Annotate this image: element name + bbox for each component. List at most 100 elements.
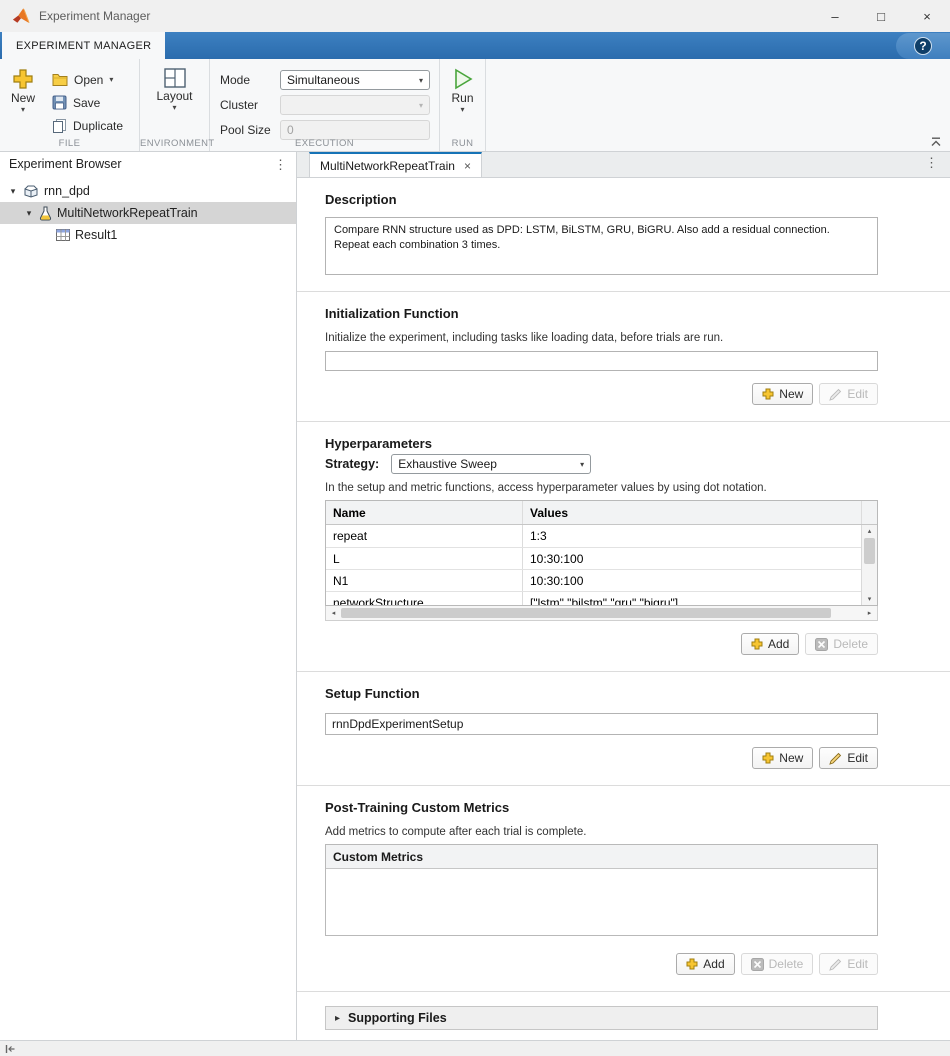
toolstrip-filler bbox=[486, 59, 950, 151]
strategy-row: Strategy: Exhaustive Sweep ▾ bbox=[325, 454, 878, 474]
pool-size-input[interactable]: 0 bbox=[280, 120, 430, 140]
open-label: Open bbox=[74, 73, 103, 87]
toolstrip: New ▾ Open ▾ Save Duplicate bbox=[0, 59, 950, 152]
cell-value[interactable]: 10:30:100 bbox=[523, 570, 861, 591]
new-icon bbox=[12, 68, 34, 90]
setup-new-button[interactable]: New bbox=[752, 747, 813, 769]
hyper-delete-label: Delete bbox=[833, 637, 868, 651]
strategy-dropdown[interactable]: Exhaustive Sweep ▾ bbox=[391, 454, 591, 474]
hyper-add-button[interactable]: Add bbox=[741, 633, 799, 655]
execution-section-label: EXECUTION bbox=[210, 138, 439, 149]
cell-name[interactable]: repeat bbox=[326, 525, 523, 547]
table-row[interactable]: networkStructure ["lstm" "bilstm" "gru" … bbox=[326, 591, 877, 606]
duplicate-icon bbox=[52, 118, 67, 133]
layout-dropdown-icon[interactable]: ▾ bbox=[172, 104, 176, 111]
scroll-left-icon[interactable]: ◂ bbox=[326, 606, 341, 620]
table-row[interactable]: repeat 1:3 bbox=[326, 525, 877, 547]
metrics-add-button[interactable]: Add bbox=[676, 953, 734, 975]
document-menu-icon[interactable]: ⋮ bbox=[925, 155, 938, 171]
document-tabbar: MultiNetworkRepeatTrain × ⋮ bbox=[297, 152, 950, 178]
strategy-caret-icon: ▾ bbox=[580, 461, 584, 468]
mode-dropdown[interactable]: Simultaneous ▾ bbox=[280, 70, 430, 90]
header-scrollbar-gutter bbox=[861, 501, 877, 524]
toolstrip-section-run: Run ▾ RUN bbox=[440, 59, 486, 151]
delete-x-icon bbox=[815, 638, 828, 651]
tree-item-result[interactable]: Result1 bbox=[0, 224, 296, 246]
tree-item-experiment[interactable]: ▾ MultiNetworkRepeatTrain bbox=[0, 202, 296, 224]
add-plus-icon bbox=[751, 638, 763, 650]
run-icon bbox=[453, 68, 473, 90]
description-textarea[interactable]: Compare RNN structure used as DPD: LSTM,… bbox=[325, 217, 878, 275]
toolstrip-section-file: New ▾ Open ▾ Save Duplicate bbox=[0, 59, 140, 151]
browser-menu-icon[interactable]: ⋮ bbox=[274, 158, 287, 171]
experiment-tree: ▾ rnn_dpd ▾ MultiNetworkRepeatTrain Resu… bbox=[0, 180, 296, 246]
help-button[interactable]: ? bbox=[914, 37, 932, 55]
hyperparameters-table-header: Name Values bbox=[326, 501, 877, 525]
collapse-toolstrip-icon[interactable] bbox=[930, 137, 942, 147]
tab-close-icon[interactable]: × bbox=[464, 160, 471, 172]
supporting-files-header[interactable]: ▸ Supporting Files bbox=[325, 1006, 878, 1030]
init-edit-button[interactable]: Edit bbox=[819, 383, 878, 405]
minimize-button[interactable]: – bbox=[812, 0, 858, 32]
expand-arrow-icon[interactable]: ▾ bbox=[8, 186, 18, 197]
new-dropdown-icon[interactable]: ▾ bbox=[21, 106, 25, 113]
window-title: Experiment Manager bbox=[39, 9, 150, 23]
scroll-down-icon[interactable]: ▾ bbox=[862, 595, 877, 603]
table-vertical-scrollbar[interactable]: ▴ ▾ bbox=[861, 525, 877, 605]
cluster-dropdown[interactable]: ▾ bbox=[280, 95, 430, 115]
metrics-edit-button[interactable]: Edit bbox=[819, 953, 878, 975]
hyper-delete-button[interactable]: Delete bbox=[805, 633, 878, 655]
horizontal-scroll-thumb[interactable] bbox=[341, 608, 831, 618]
project-icon bbox=[23, 184, 39, 198]
table-row[interactable]: L 10:30:100 bbox=[326, 547, 877, 569]
setup-function-title: Setup Function bbox=[325, 686, 878, 701]
document-content: Description Compare RNN structure used a… bbox=[297, 178, 950, 1040]
cell-name[interactable]: L bbox=[326, 548, 523, 569]
supporting-files-title: Supporting Files bbox=[348, 1011, 447, 1025]
custom-metrics-body[interactable] bbox=[326, 869, 877, 935]
cell-value[interactable]: 10:30:100 bbox=[523, 548, 861, 569]
maximize-button[interactable]: □ bbox=[858, 0, 904, 32]
initialization-caption: Initialize the experiment, including tas… bbox=[325, 332, 878, 344]
delete-x-icon bbox=[751, 958, 764, 971]
table-horizontal-scrollbar[interactable]: ◂ ▸ bbox=[325, 606, 878, 621]
save-button[interactable]: Save bbox=[46, 92, 129, 113]
tree-item-project[interactable]: ▾ rnn_dpd bbox=[0, 180, 296, 202]
scroll-right-icon[interactable]: ▸ bbox=[862, 606, 877, 620]
init-new-button[interactable]: New bbox=[752, 383, 813, 405]
init-new-label: New bbox=[779, 387, 803, 401]
open-button[interactable]: Open ▾ bbox=[46, 69, 129, 90]
ribbon-tab-band: EXPERIMENT MANAGER ? bbox=[0, 32, 950, 59]
scroll-up-icon[interactable]: ▴ bbox=[862, 527, 877, 535]
vertical-scroll-thumb[interactable] bbox=[864, 538, 875, 564]
toolstrip-section-environment: Layout ▾ ENVIRONMENT bbox=[140, 59, 210, 151]
metrics-delete-label: Delete bbox=[769, 957, 804, 971]
cell-name[interactable]: networkStructure bbox=[326, 592, 523, 606]
new-label: New bbox=[11, 91, 35, 105]
metrics-edit-label: Edit bbox=[847, 957, 868, 971]
dock-left-icon[interactable] bbox=[5, 1044, 16, 1054]
layout-icon bbox=[164, 68, 186, 88]
ribbon-tab-experiment-manager[interactable]: EXPERIMENT MANAGER bbox=[2, 32, 165, 59]
setup-function-input[interactable]: rnnDpdExperimentSetup bbox=[325, 713, 878, 735]
experiment-browser-panel: Experiment Browser ⋮ ▾ rnn_dpd ▾ MultiNe… bbox=[0, 152, 297, 1040]
experiment-browser-title: Experiment Browser bbox=[9, 157, 122, 171]
metrics-delete-button[interactable]: Delete bbox=[741, 953, 814, 975]
cell-name[interactable]: N1 bbox=[326, 570, 523, 591]
open-dropdown-icon[interactable]: ▾ bbox=[109, 76, 113, 83]
table-row[interactable]: N1 10:30:100 bbox=[326, 569, 877, 591]
toolstrip-section-execution: Mode Simultaneous ▾ Cluster ▾ Pool Size … bbox=[210, 59, 440, 151]
close-button[interactable]: × bbox=[904, 0, 950, 32]
mode-caret-icon: ▾ bbox=[419, 77, 423, 84]
cell-value[interactable]: 1:3 bbox=[523, 525, 861, 547]
run-dropdown-icon[interactable]: ▾ bbox=[460, 106, 464, 113]
setup-edit-button[interactable]: Edit bbox=[819, 747, 878, 769]
experiment-browser-header: Experiment Browser ⋮ bbox=[0, 152, 296, 176]
expand-arrow-icon[interactable]: ▾ bbox=[24, 208, 34, 219]
document-tab[interactable]: MultiNetworkRepeatTrain × bbox=[309, 152, 482, 177]
setup-function-buttons: New Edit bbox=[325, 747, 878, 769]
cell-value[interactable]: ["lstm" "bilstm" "gru" "bigru"] bbox=[523, 592, 861, 606]
window-controls: – □ × bbox=[812, 0, 950, 32]
initialization-function-input[interactable] bbox=[325, 351, 878, 371]
duplicate-button[interactable]: Duplicate bbox=[46, 115, 129, 136]
